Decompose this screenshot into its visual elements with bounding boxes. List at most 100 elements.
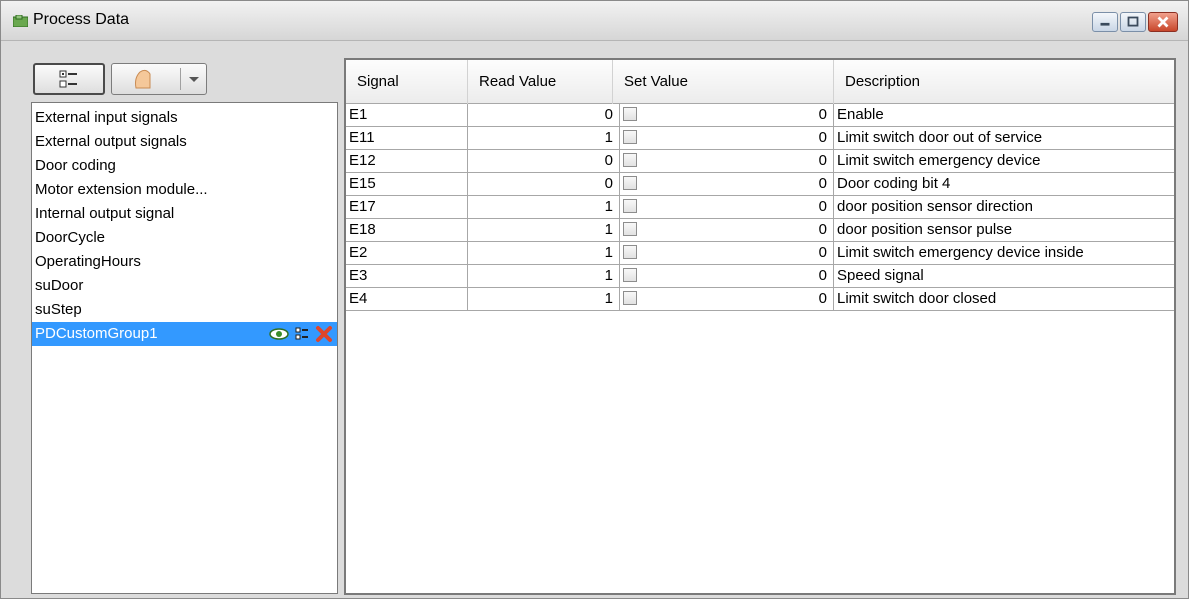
chevron-down-icon <box>189 77 199 82</box>
set-value-text: 0 <box>818 106 827 123</box>
column-header-read-value[interactable]: Read Value <box>468 60 613 104</box>
table-body: E1 0 0 Enable E11 1 0 Limit switch door … <box>346 104 1174 311</box>
eye-icon[interactable] <box>269 326 289 342</box>
list-item[interactable]: Internal output signal <box>32 202 337 226</box>
column-header-description[interactable]: Description <box>834 60 1174 104</box>
description-cell: Enable <box>837 106 884 123</box>
list-item-label: Door coding <box>35 157 116 174</box>
set-value-checkbox[interactable] <box>623 199 637 213</box>
column-header-signal[interactable]: Signal <box>346 60 468 104</box>
list-item[interactable]: DoorCycle <box>32 226 337 250</box>
set-value-cell: 0 <box>620 265 834 287</box>
read-value-cell: 0 <box>468 150 620 172</box>
set-value-checkbox[interactable] <box>623 107 637 121</box>
description-cell: door position sensor pulse <box>837 221 1013 238</box>
table-row[interactable]: E3 1 0 Speed signal <box>346 265 1174 288</box>
close-button[interactable] <box>1148 12 1178 32</box>
minimize-button[interactable] <box>1092 12 1118 32</box>
table-row[interactable]: E12 0 0 Limit switch emergency device <box>346 150 1174 173</box>
set-value-text: 0 <box>818 152 827 169</box>
set-value-checkbox[interactable] <box>623 176 637 190</box>
list-item[interactable]: suDoor <box>32 274 337 298</box>
set-value-checkbox[interactable] <box>623 291 637 305</box>
set-value-text: 0 <box>818 175 827 192</box>
set-value-checkbox[interactable] <box>623 222 637 236</box>
set-value-cell: 0 <box>620 104 834 126</box>
set-value-checkbox[interactable] <box>623 268 637 282</box>
signal-cell: E4 <box>346 288 468 310</box>
maximize-button[interactable] <box>1120 12 1146 32</box>
list-item-label: Internal output signal <box>35 205 175 222</box>
list-item-label: PDCustomGroup1 <box>35 325 158 342</box>
table-row[interactable]: E2 1 0 Limit switch emergency device ins… <box>346 242 1174 265</box>
set-value-text: 0 <box>818 221 827 238</box>
table-row[interactable]: E11 1 0 Limit switch door out of service <box>346 127 1174 150</box>
description-cell: Limit switch emergency device inside <box>837 244 1084 261</box>
set-value-cell: 0 <box>620 196 834 218</box>
list-item-label: suDoor <box>35 277 84 294</box>
column-header-set-value[interactable]: Set Value <box>613 60 834 104</box>
process-data-window: Process Data External input signals Exte… <box>0 0 1189 599</box>
signal-cell: E11 <box>346 127 468 149</box>
list-item[interactable]: External output signals <box>32 130 337 154</box>
list-item[interactable]: Door coding <box>32 154 337 178</box>
signal-cell: E2 <box>346 242 468 264</box>
list-item[interactable]: External input signals <box>32 106 337 130</box>
list-item-label: OperatingHours <box>35 253 141 270</box>
description-cell: Limit switch emergency device <box>837 152 1041 169</box>
signal-cell: E3 <box>346 265 468 287</box>
hand-tool-dropdown[interactable] <box>111 63 207 95</box>
signal-cell: E1 <box>346 104 468 126</box>
set-value-checkbox[interactable] <box>623 130 637 144</box>
set-value-cell: 0 <box>620 288 834 310</box>
list-item-label: External input signals <box>35 109 178 126</box>
window-title: Process Data <box>33 11 130 28</box>
set-value-text: 0 <box>818 198 827 215</box>
read-value-cell: 1 <box>468 219 620 241</box>
table-row[interactable]: E18 1 0 door position sensor pulse <box>346 219 1174 242</box>
process-data-icon <box>13 15 28 27</box>
table-row[interactable]: E17 1 0 door position sensor direction <box>346 196 1174 219</box>
description-cell: Limit switch door out of service <box>837 129 1043 146</box>
group-list: External input signals External output s… <box>31 102 338 594</box>
read-value-cell: 0 <box>468 173 620 195</box>
tree-view-button[interactable] <box>33 63 105 95</box>
hand-icon <box>135 69 151 89</box>
title-bar[interactable]: Process Data <box>1 1 1188 41</box>
table-row[interactable]: E15 0 0 Door coding bit 4 <box>346 173 1174 196</box>
set-value-text: 0 <box>818 267 827 284</box>
list-item[interactable]: suStep <box>32 298 337 322</box>
description-cell: Speed signal <box>837 267 924 284</box>
read-value-cell: 1 <box>468 127 620 149</box>
read-value-cell: 1 <box>468 288 620 310</box>
signal-cell: E15 <box>346 173 468 195</box>
set-value-cell: 0 <box>620 219 834 241</box>
set-value-text: 0 <box>818 129 827 146</box>
set-value-cell: 0 <box>620 150 834 172</box>
list-item-label: External output signals <box>35 133 187 150</box>
table-row[interactable]: E1 0 0 Enable <box>346 104 1174 127</box>
set-value-cell: 0 <box>620 127 834 149</box>
read-value-cell: 0 <box>468 104 620 126</box>
read-value-cell: 1 <box>468 242 620 264</box>
delete-icon[interactable] <box>315 325 333 343</box>
table-header: Signal Read Value Set Value Description <box>346 60 1174 104</box>
list-item[interactable]: Motor extension module... <box>32 178 337 202</box>
description-cell: Limit switch door closed <box>837 290 997 307</box>
left-toolbar <box>31 61 338 103</box>
set-value-text: 0 <box>818 290 827 307</box>
list-item-label: Motor extension module... <box>35 181 208 198</box>
edit-group-icon[interactable] <box>295 326 309 342</box>
read-value-cell: 1 <box>468 265 620 287</box>
description-cell: Door coding bit 4 <box>837 175 951 192</box>
set-value-checkbox[interactable] <box>623 245 637 259</box>
set-value-cell: 0 <box>620 173 834 195</box>
list-item[interactable]: OperatingHours <box>32 250 337 274</box>
set-value-text: 0 <box>818 244 827 261</box>
list-item-selected[interactable]: PDCustomGroup1 <box>32 322 337 346</box>
signal-cell: E18 <box>346 219 468 241</box>
list-item-label: suStep <box>35 301 82 318</box>
table-row[interactable]: E4 1 0 Limit switch door closed <box>346 288 1174 311</box>
set-value-cell: 0 <box>620 242 834 264</box>
set-value-checkbox[interactable] <box>623 153 637 167</box>
